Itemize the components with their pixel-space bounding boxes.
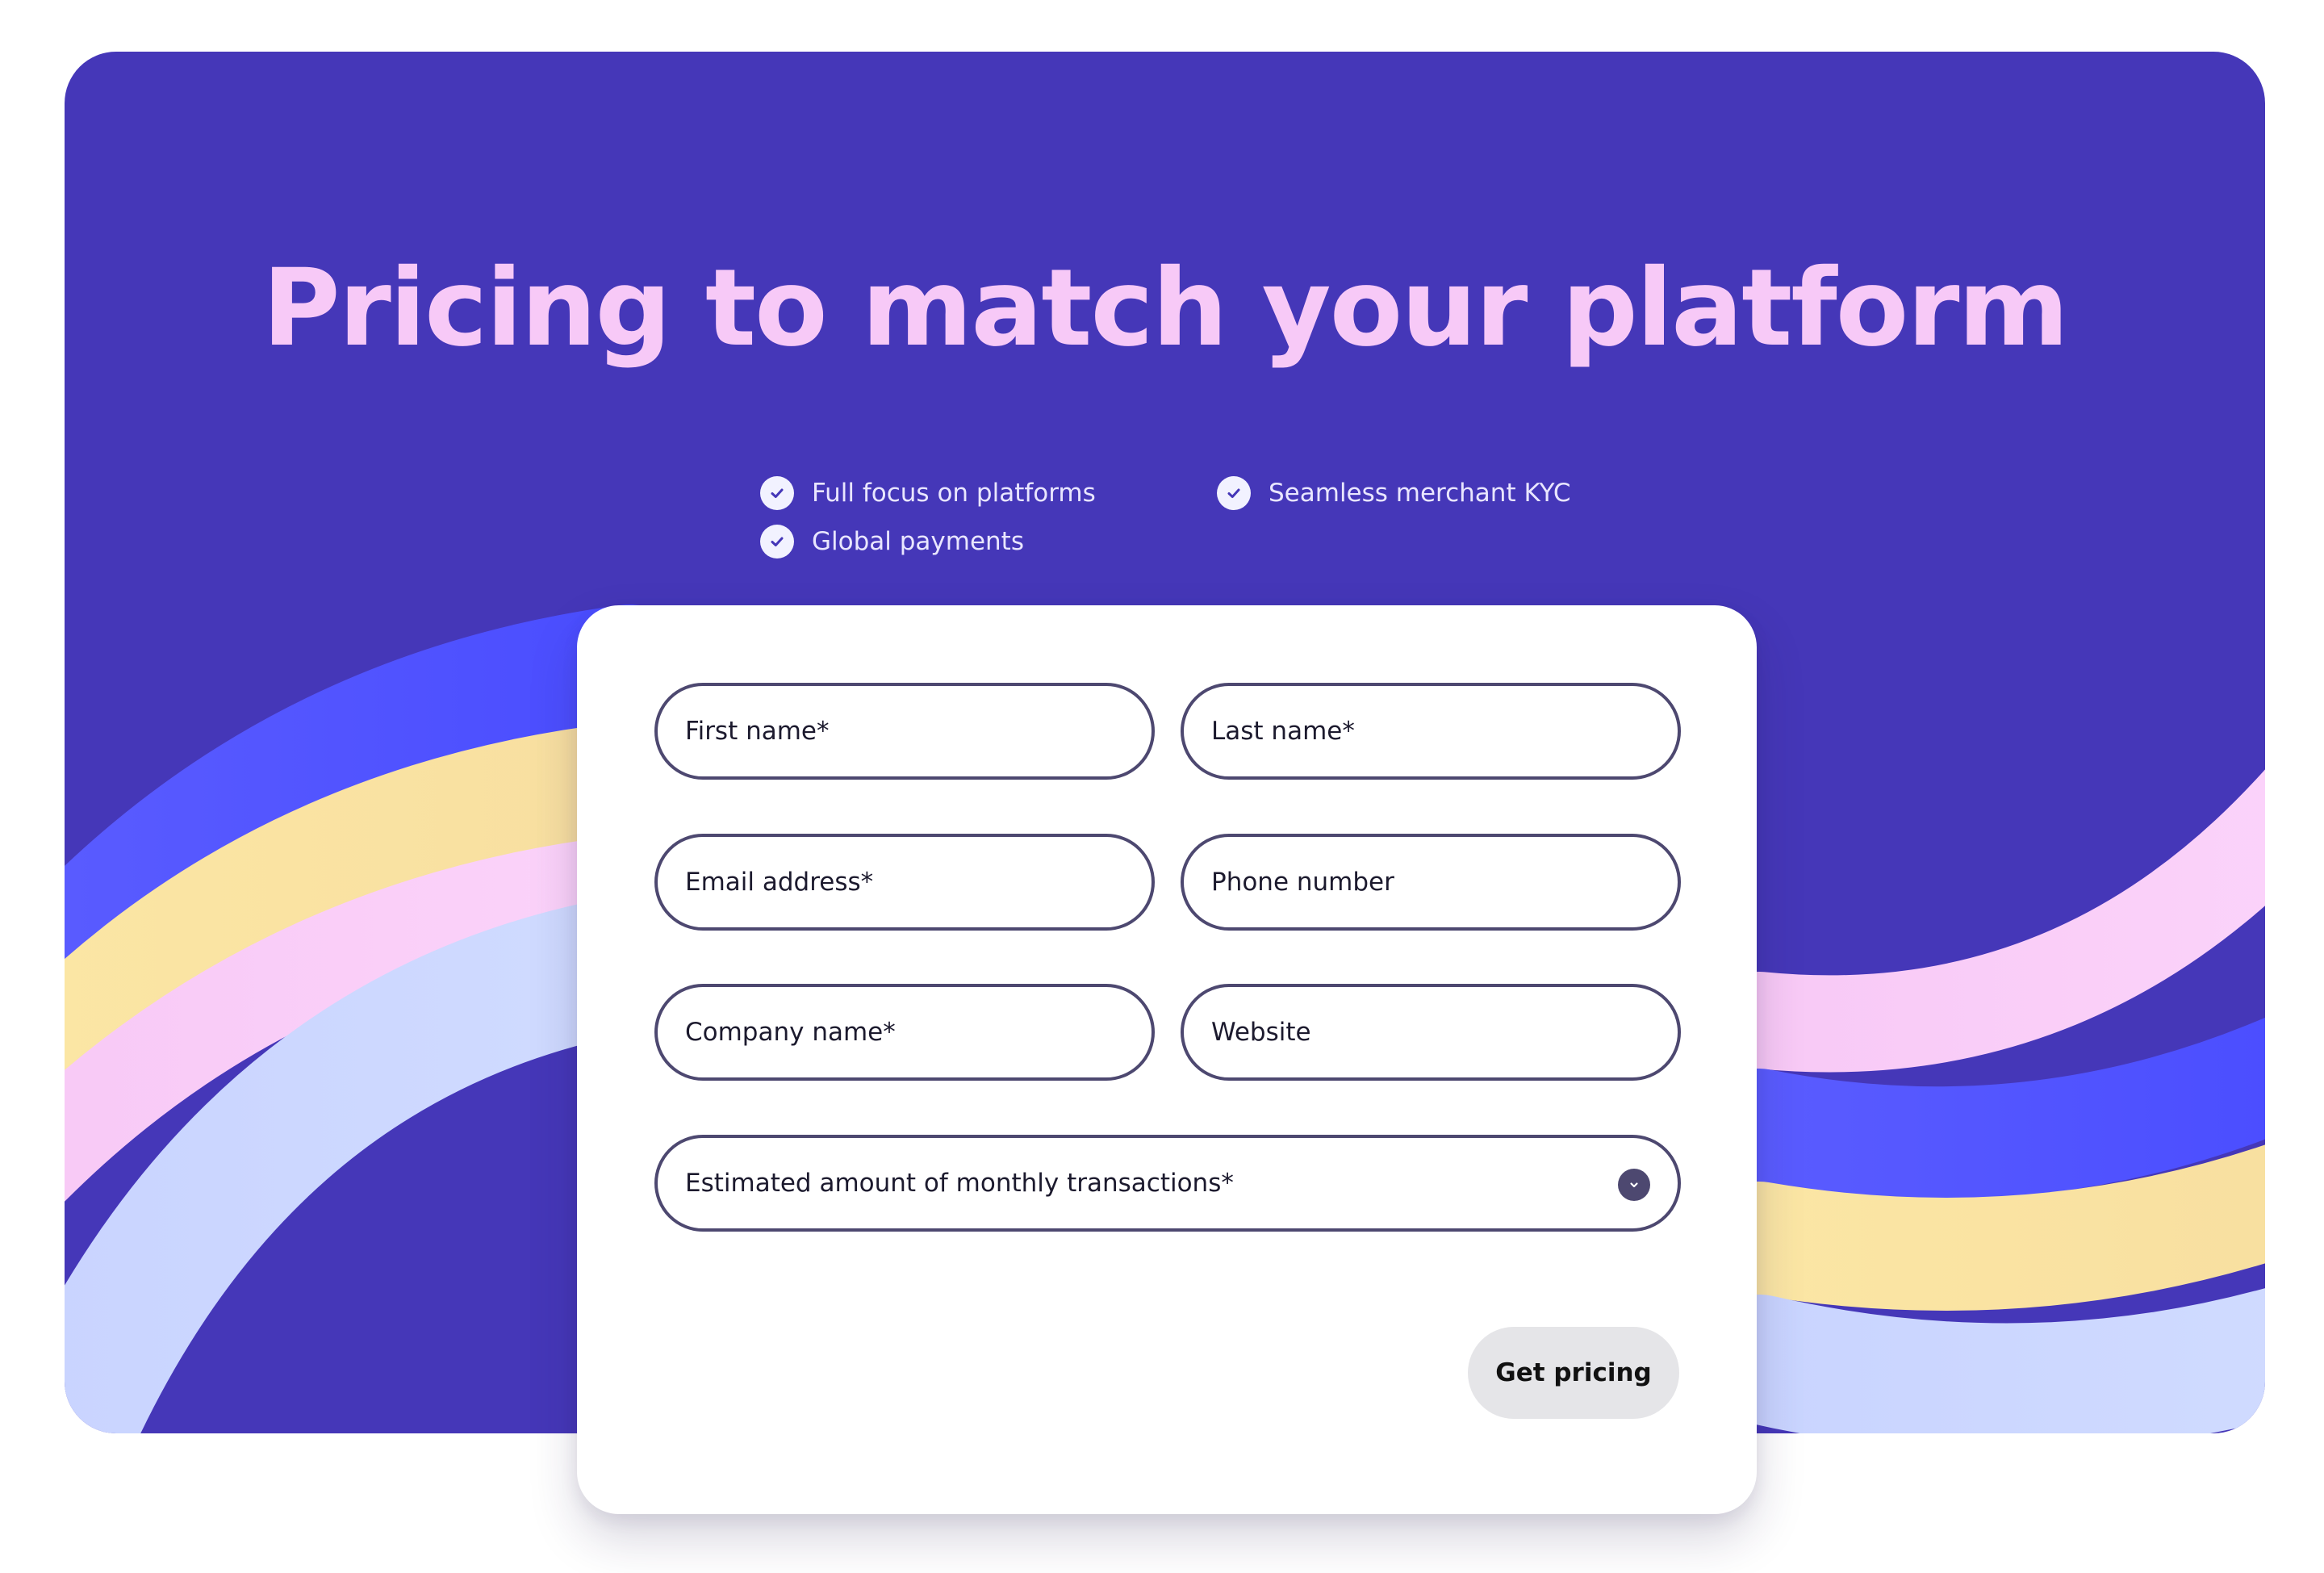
company-name-field[interactable]: Company name* (654, 984, 1155, 1081)
website-field[interactable]: Website (1181, 984, 1681, 1081)
first-name-placeholder: First name* (685, 717, 830, 746)
monthly-transactions-placeholder: Estimated amount of monthly transactions… (685, 1169, 1234, 1198)
last-name-field[interactable]: Last name* (1181, 683, 1681, 780)
page: Pricing to match your platform Full focu… (0, 0, 2324, 1573)
feature-item: Global payments (760, 525, 1024, 558)
website-placeholder: Website (1211, 1018, 1311, 1047)
get-pricing-button[interactable]: Get pricing (1468, 1327, 1679, 1419)
feature-label: Global payments (812, 527, 1024, 556)
company-name-placeholder: Company name* (685, 1018, 896, 1047)
email-placeholder: Email address* (685, 868, 874, 897)
feature-item: Full focus on platforms (760, 476, 1096, 510)
chevron-down-icon[interactable] (1618, 1169, 1650, 1201)
first-name-field[interactable]: First name* (654, 683, 1155, 780)
email-field[interactable]: Email address* (654, 834, 1155, 931)
phone-placeholder: Phone number (1211, 868, 1394, 897)
check-circle-icon (760, 476, 794, 510)
monthly-transactions-select[interactable]: Estimated amount of monthly transactions… (654, 1135, 1681, 1232)
ribbon-blue-right (1703, 1017, 2265, 1200)
ribbon-yellow-right (1703, 1144, 2265, 1311)
phone-field[interactable]: Phone number (1181, 834, 1681, 931)
feature-label: Seamless merchant KYC (1269, 479, 1571, 508)
ribbon-light-right (1695, 1288, 2265, 1433)
feature-label: Full focus on platforms (812, 479, 1096, 508)
check-circle-icon (760, 525, 794, 558)
pricing-form-card: First name* Last name* Email address* Ph… (577, 605, 1757, 1514)
feature-item: Seamless merchant KYC (1217, 476, 1571, 510)
check-circle-icon (1217, 476, 1251, 510)
last-name-placeholder: Last name* (1211, 717, 1355, 746)
ribbon-pink-right (1711, 769, 2265, 1073)
feature-list: Full focus on platforms Seamless merchan… (760, 421, 1648, 567)
page-title: Pricing to match your platform (261, 246, 2069, 370)
